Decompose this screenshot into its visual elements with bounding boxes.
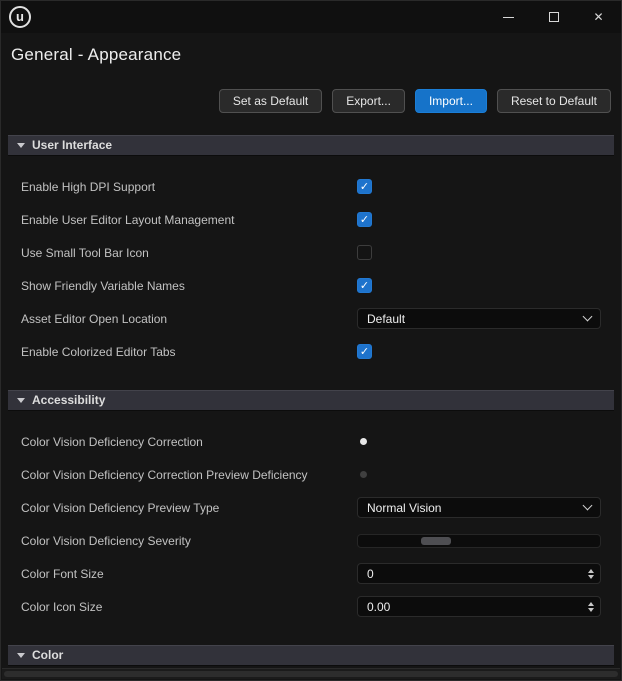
section-body-user-interface: Enable High DPI Support Enable User Edit… xyxy=(1,156,621,368)
setting-label: Color Vision Deficiency Correction Previ… xyxy=(21,468,357,482)
horizontal-scrollbar-thumb[interactable] xyxy=(4,671,618,677)
section-header-user-interface[interactable]: User Interface xyxy=(8,135,614,156)
maximize-icon xyxy=(549,12,559,22)
setting-label: Show Friendly Variable Names xyxy=(21,279,357,293)
spinbox-value: 0 xyxy=(367,567,374,581)
use-small-tool-bar-icon-checkbox[interactable] xyxy=(357,245,372,260)
color-vision-deficiency-preview-type-select[interactable]: Normal Vision xyxy=(357,497,601,518)
horizontal-scrollbar[interactable] xyxy=(2,668,620,679)
setting-row: Enable User Editor Layout Management xyxy=(21,203,601,236)
export-button[interactable]: Export... xyxy=(332,89,405,113)
chevron-down-icon xyxy=(583,501,593,511)
slider-handle[interactable] xyxy=(421,537,451,545)
enable-high-dpi-support-checkbox[interactable] xyxy=(357,179,372,194)
collapse-arrow-icon xyxy=(17,143,25,148)
close-button[interactable] xyxy=(576,1,621,33)
setting-label: Color Font Size xyxy=(21,567,357,581)
setting-label: Enable User Editor Layout Management xyxy=(21,213,357,227)
setting-row: Color Icon Size 0.00 xyxy=(21,590,601,623)
section-header-color[interactable]: Color xyxy=(8,645,614,666)
page-title: General - Appearance xyxy=(1,33,621,65)
setting-row: Color Vision Deficiency Preview Type Nor… xyxy=(21,491,601,524)
close-icon xyxy=(593,8,603,26)
reset-to-default-button[interactable]: Reset to Default xyxy=(497,89,611,113)
select-value: Normal Vision xyxy=(367,501,441,515)
enable-colorized-editor-tabs-checkbox[interactable] xyxy=(357,344,372,359)
setting-label: Asset Editor Open Location xyxy=(21,312,357,326)
minimize-button[interactable] xyxy=(486,1,531,33)
section-color: Color xyxy=(1,645,621,666)
section-title: Color xyxy=(32,648,63,662)
unreal-engine-logo-icon xyxy=(9,6,31,28)
spinbox-value: 0.00 xyxy=(367,600,390,614)
setting-row: Enable Colorized Editor Tabs xyxy=(21,335,601,368)
setting-row: Color Font Size 0 xyxy=(21,557,601,590)
setting-row: Asset Editor Open Location Default xyxy=(21,302,601,335)
asset-editor-open-location-select[interactable]: Default xyxy=(357,308,601,329)
color-font-size-spinbox[interactable]: 0 xyxy=(357,563,601,584)
setting-row: Color Vision Deficiency Correction xyxy=(21,425,601,458)
toolbar: Set as Default Export... Import... Reset… xyxy=(1,89,621,113)
section-title: User Interface xyxy=(32,138,112,152)
setting-label: Use Small Tool Bar Icon xyxy=(21,246,357,260)
section-title: Accessibility xyxy=(32,393,105,407)
section-user-interface: User Interface Enable High DPI Support E… xyxy=(1,135,621,368)
color-vision-deficiency-severity-slider[interactable] xyxy=(357,534,601,548)
setting-row: Color Vision Deficiency Correction Previ… xyxy=(21,458,601,491)
titlebar[interactable] xyxy=(1,1,621,33)
setting-row: Use Small Tool Bar Icon xyxy=(21,236,601,269)
setting-label: Color Icon Size xyxy=(21,600,357,614)
set-as-default-button[interactable]: Set as Default xyxy=(219,89,322,113)
color-vision-deficiency-correction-preview-deficiency-checkbox[interactable] xyxy=(360,471,367,478)
setting-label: Color Vision Deficiency Correction xyxy=(21,435,357,449)
setting-row: Color Vision Deficiency Severity xyxy=(21,524,601,557)
window-controls xyxy=(486,1,621,33)
setting-label: Color Vision Deficiency Severity xyxy=(21,534,357,548)
maximize-button[interactable] xyxy=(531,1,576,33)
editor-preferences-window: General - Appearance Set as Default Expo… xyxy=(0,0,622,681)
section-header-accessibility[interactable]: Accessibility xyxy=(8,390,614,411)
select-value: Default xyxy=(367,312,405,326)
collapse-arrow-icon xyxy=(17,653,25,658)
show-friendly-variable-names-checkbox[interactable] xyxy=(357,278,372,293)
setting-label: Color Vision Deficiency Preview Type xyxy=(21,501,357,515)
section-accessibility: Accessibility Color Vision Deficiency Co… xyxy=(1,390,621,623)
section-body-accessibility: Color Vision Deficiency Correction Color… xyxy=(1,411,621,623)
spinner-arrows-icon[interactable] xyxy=(588,569,594,579)
setting-label: Enable Colorized Editor Tabs xyxy=(21,345,357,359)
setting-row: Enable High DPI Support xyxy=(21,170,601,203)
spinner-arrows-icon[interactable] xyxy=(588,602,594,612)
color-vision-deficiency-correction-checkbox[interactable] xyxy=(360,438,367,445)
setting-label: Enable High DPI Support xyxy=(21,180,357,194)
collapse-arrow-icon xyxy=(17,398,25,403)
minimize-icon xyxy=(503,17,514,18)
chevron-down-icon xyxy=(583,312,593,322)
enable-user-editor-layout-management-checkbox[interactable] xyxy=(357,212,372,227)
setting-row: Show Friendly Variable Names xyxy=(21,269,601,302)
import-button[interactable]: Import... xyxy=(415,89,487,113)
color-icon-size-spinbox[interactable]: 0.00 xyxy=(357,596,601,617)
